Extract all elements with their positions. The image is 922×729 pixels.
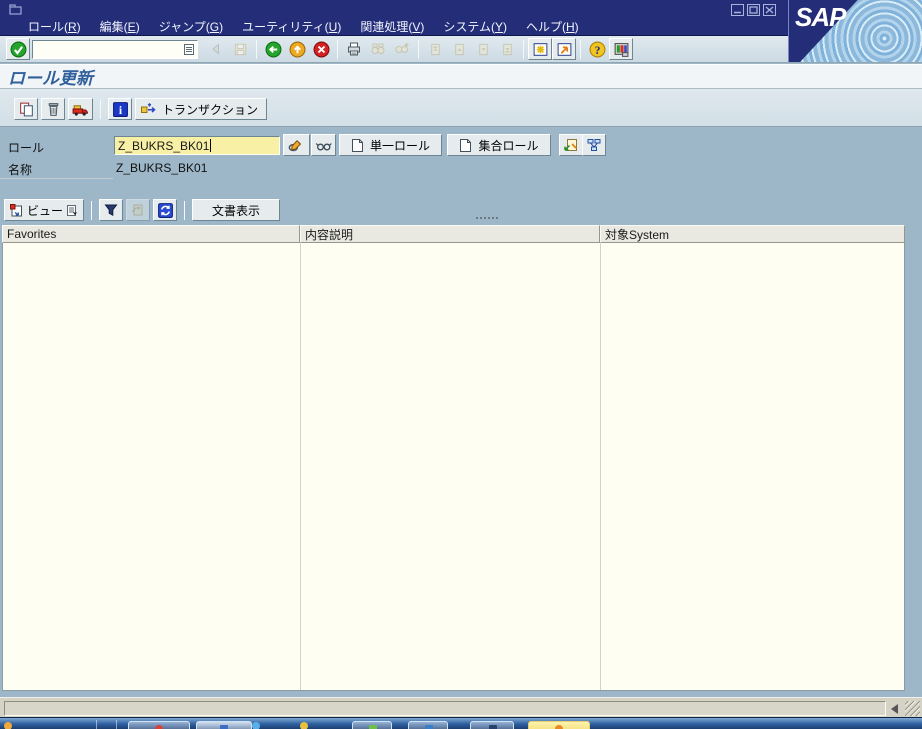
menu-help[interactable]: ヘルプ(H): [526, 18, 579, 35]
command-history-icon[interactable]: [183, 43, 195, 56]
last-page-icon: [495, 38, 519, 60]
info-icon[interactable]: i: [108, 98, 132, 120]
text-caret: [210, 139, 211, 152]
name-value: Z_BUKRS_BK01: [116, 161, 207, 175]
filter-icon[interactable]: [99, 199, 123, 221]
next-page-icon: [471, 38, 495, 60]
command-input[interactable]: [33, 42, 173, 57]
horizontal-splitter-handle[interactable]: [476, 217, 498, 220]
table-body[interactable]: [2, 243, 905, 691]
menu-utilities[interactable]: ユーティリティ(U): [242, 18, 341, 35]
find-next-icon: [390, 38, 414, 60]
menu-edit[interactable]: 編集(E): [100, 18, 140, 35]
help-icon[interactable]: ?: [585, 38, 609, 60]
close-icon[interactable]: [763, 4, 776, 16]
first-page-icon: [423, 38, 447, 60]
column-divider: [300, 243, 301, 690]
menu-bar: ロール(R) 編集(E) ジャンプ(G) ユーティリティ(U) 関連処理(V) …: [0, 18, 922, 36]
taskbar-app-button[interactable]: [196, 721, 252, 729]
menu-role[interactable]: ロール(R): [28, 18, 81, 35]
taskbar-app-icon[interactable]: [252, 722, 260, 729]
system-menu-icon[interactable]: [8, 3, 23, 16]
single-role-button[interactable]: 単一ロール: [339, 134, 442, 156]
divider: [788, 62, 922, 63]
page-title: ロール更新: [8, 64, 93, 89]
transport-icon[interactable]: [68, 98, 93, 120]
save-icon: [228, 38, 252, 60]
compare-icon: [126, 199, 150, 221]
window-titlebar: [0, 0, 922, 18]
sap-logo: SAP: [788, 0, 922, 62]
menu-dropdown-icon: [66, 204, 79, 217]
svg-text:?: ?: [594, 43, 600, 56]
menu-environment[interactable]: 関連処理(V): [360, 18, 424, 35]
taskbar-app-button[interactable]: [528, 721, 590, 729]
menu-system[interactable]: システム(Y): [443, 18, 507, 35]
resize-grip[interactable]: [905, 701, 920, 716]
create-shortcut-icon[interactable]: [552, 38, 576, 60]
status-message: [4, 701, 886, 716]
navigate-left-icon: [204, 38, 228, 60]
previous-page-icon: [447, 38, 471, 60]
column-header-favorites[interactable]: Favorites: [2, 225, 300, 243]
print-icon[interactable]: [342, 38, 366, 60]
display-change-icon[interactable]: [283, 134, 310, 156]
copy-role-icon[interactable]: [559, 134, 583, 156]
transaction-button[interactable]: トランザクション: [135, 98, 267, 120]
view-icon: [9, 203, 24, 218]
screen-title-bar: ロール更新: [0, 64, 922, 89]
back-icon[interactable]: [261, 38, 285, 60]
status-collapse-icon[interactable]: [891, 704, 898, 714]
column-divider: [600, 243, 601, 690]
refresh-icon[interactable]: [153, 199, 177, 221]
find-icon: [366, 38, 390, 60]
application-toolbar: i トランザクション: [0, 89, 922, 127]
taskbar-app-button[interactable]: [408, 721, 448, 729]
column-header-description[interactable]: 内容説明: [300, 225, 600, 243]
enter-icon[interactable]: [6, 38, 30, 60]
taskbar-app-button[interactable]: [470, 721, 514, 729]
view-toolbar: ビュー 文書表示: [4, 199, 280, 221]
maximize-icon[interactable]: [747, 4, 760, 16]
name-label: 名称: [8, 161, 32, 178]
role-label: ロール: [8, 139, 44, 156]
menu-goto[interactable]: ジャンプ(G): [159, 18, 223, 35]
distribution-icon[interactable]: [582, 134, 606, 156]
delete-icon[interactable]: [41, 98, 65, 120]
divider: [0, 177, 113, 179]
document-display-button[interactable]: 文書表示: [192, 199, 280, 221]
role-input[interactable]: Z_BUKRS_BK01: [114, 136, 280, 155]
taskbar-app-icon[interactable]: [300, 722, 308, 729]
create-document-icon: [351, 138, 364, 153]
new-session-icon[interactable]: [528, 38, 552, 60]
table-header-row: Favorites 内容説明 対象System: [2, 225, 905, 243]
customize-layout-icon[interactable]: [609, 38, 633, 60]
taskbar-app-icon[interactable]: [4, 722, 12, 729]
sap-logo-text: SAP: [795, 2, 845, 33]
view-menu-button[interactable]: ビュー: [4, 199, 84, 221]
taskbar-app-button[interactable]: [128, 721, 190, 729]
column-header-target-system[interactable]: 対象System: [600, 225, 905, 243]
windows-taskbar: [0, 717, 922, 729]
create-document-icon: [459, 138, 472, 153]
transaction-icon: [140, 102, 158, 117]
composite-role-button[interactable]: 集合ロール: [447, 134, 551, 156]
cancel-icon[interactable]: [309, 38, 333, 60]
standard-toolbar: ?: [0, 36, 788, 63]
status-bar: [0, 697, 922, 717]
command-field[interactable]: [32, 40, 198, 59]
exit-icon[interactable]: [285, 38, 309, 60]
display-icon[interactable]: [311, 134, 336, 156]
minimize-icon[interactable]: [731, 4, 744, 16]
copy-icon[interactable]: [14, 98, 38, 120]
taskbar-app-button[interactable]: [352, 721, 392, 729]
